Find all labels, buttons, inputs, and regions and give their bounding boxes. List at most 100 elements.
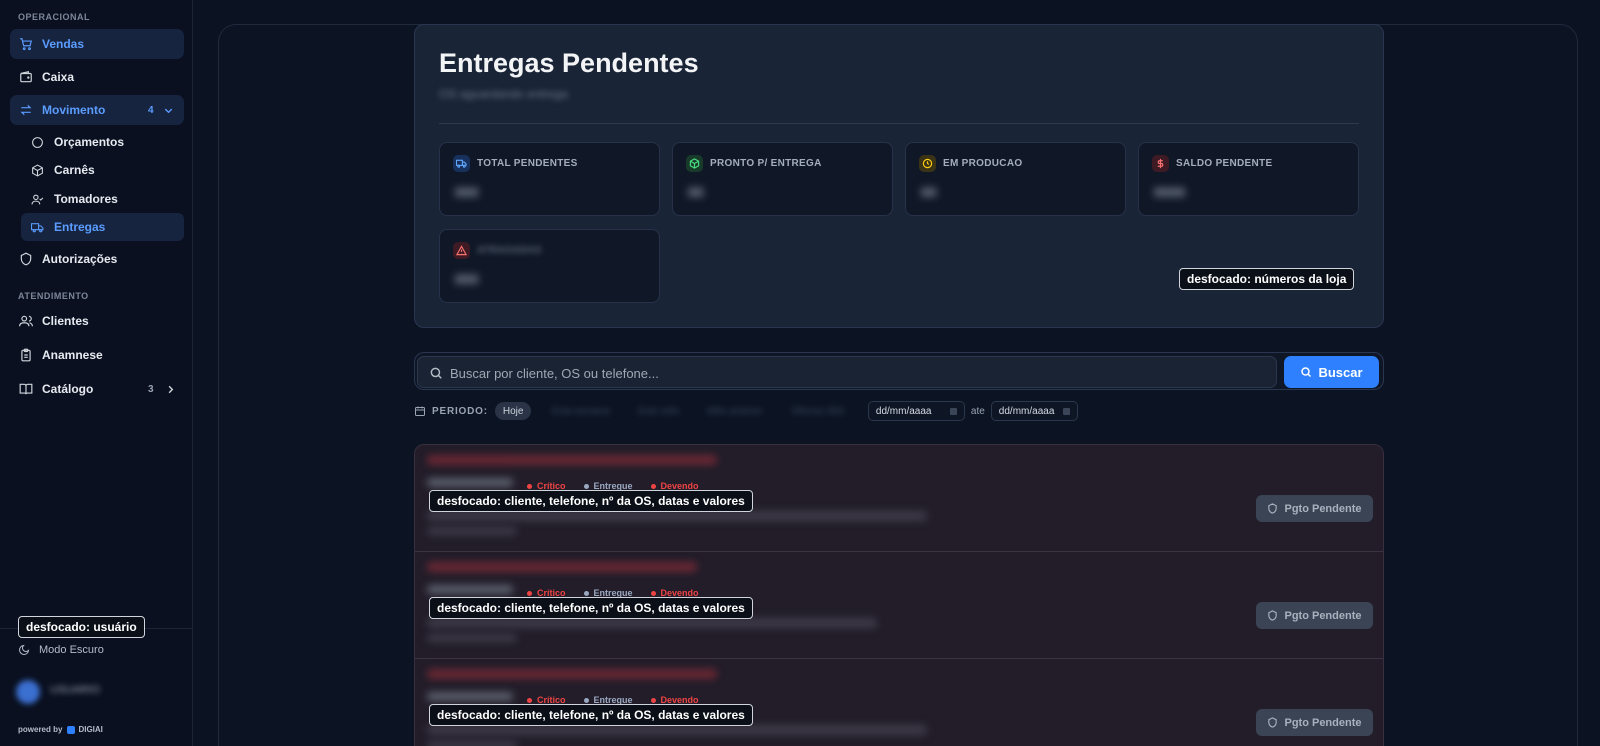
avatar[interactable] xyxy=(16,680,40,704)
stat-card-total: TOTAL PENDENTES 000 xyxy=(439,142,660,216)
stat-card-pronto: PRONTO P/ ENTREGA 00 xyxy=(672,142,893,216)
sidebar-item-label: Movimento xyxy=(42,103,106,117)
search-button[interactable]: Buscar xyxy=(1284,356,1379,388)
period-chip[interactable]: Mês anterior xyxy=(700,402,772,420)
period-chip[interactable]: Este mês xyxy=(630,402,688,420)
shield-icon xyxy=(1268,717,1278,728)
stat-label: EM PRODUCAO xyxy=(943,158,1023,169)
moon-icon xyxy=(19,644,30,655)
header-panel: Entregas Pendentes OS aguardando entrega… xyxy=(414,24,1384,328)
date-blur xyxy=(427,527,517,535)
sidebar-item-orcamentos[interactable]: Orçamentos xyxy=(21,128,184,156)
shield-icon xyxy=(1268,610,1278,621)
section-label-operacional: OPERACIONAL xyxy=(18,12,91,22)
date-from-input[interactable]: dd/mm/aaaa xyxy=(867,401,965,421)
sidebar-item-entregas[interactable]: Entregas xyxy=(21,213,184,241)
search-icon xyxy=(1301,367,1312,378)
sidebar-item-vendas[interactable]: Vendas xyxy=(10,29,184,59)
date-to-input[interactable]: dd/mm/aaaa xyxy=(990,401,1078,421)
pgto-pendente-button[interactable]: Pgto Pendente xyxy=(1256,709,1373,736)
details-blur xyxy=(427,511,927,521)
period-label: PERIODO: xyxy=(432,405,488,417)
stat-value: 00 xyxy=(688,184,704,200)
user-name: USUARIO xyxy=(50,684,101,696)
stat-card-producao: EM PRODUCAO 00 xyxy=(905,142,1126,216)
sidebar-item-carnes[interactable]: Carnês xyxy=(21,156,184,184)
dark-mode-toggle[interactable]: Modo Escuro xyxy=(18,644,104,656)
sidebar-item-anamnese[interactable]: Anamnese xyxy=(10,340,184,370)
deliveries-list: Crítico Entregue Devendo desfocado: clie… xyxy=(414,444,1384,746)
sidebar-item-tomadores[interactable]: Tomadores xyxy=(21,185,184,213)
search-field[interactable] xyxy=(417,356,1277,388)
sidebar-item-catalogo[interactable]: Catálogo 3 xyxy=(10,374,184,404)
stat-card-atrasadas: ATRASADAS 000 xyxy=(439,229,660,303)
search-icon xyxy=(430,367,442,379)
stat-card-saldo: SALDO PENDENTE 0000 xyxy=(1138,142,1359,216)
search-input[interactable] xyxy=(450,363,1250,383)
sidebar-item-caixa[interactable]: Caixa xyxy=(10,62,184,92)
date-blur xyxy=(427,634,517,642)
cart-icon xyxy=(20,38,32,51)
user-check-icon xyxy=(31,194,44,204)
date-blur xyxy=(427,741,517,746)
client-name-blur xyxy=(427,562,697,572)
package-icon xyxy=(686,155,703,172)
stat-value: 00 xyxy=(921,184,937,200)
pgto-pendente-button[interactable]: Pgto Pendente xyxy=(1256,602,1373,629)
blur-note-user: desfocado: usuário xyxy=(18,616,145,638)
pgto-pendente-button[interactable]: Pgto Pendente xyxy=(1256,495,1373,522)
calendar-picker-icon[interactable] xyxy=(949,407,957,415)
truck-icon xyxy=(31,222,44,232)
blur-note-row: desfocado: cliente, telefone, nº da OS, … xyxy=(429,490,753,512)
period-chip-today[interactable]: Hoje xyxy=(494,402,532,420)
alert-icon xyxy=(453,242,470,259)
digiai-logo-icon xyxy=(67,725,76,734)
clipboard-icon xyxy=(21,348,31,362)
section-label-atendimento: ATENDIMENTO xyxy=(18,291,89,301)
sidebar-item-label: Catálogo xyxy=(42,382,94,396)
catalogo-count: 3 xyxy=(148,383,154,395)
stat-value: 0000 xyxy=(1154,184,1186,200)
period-chip[interactable]: Esta semana xyxy=(543,402,617,420)
sidebar-item-label: Entregas xyxy=(54,220,106,234)
phone-blur xyxy=(427,692,513,701)
shield-icon xyxy=(20,252,32,266)
stat-label: PRONTO P/ ENTREGA xyxy=(710,158,822,169)
movimento-count: 4 xyxy=(148,104,154,116)
ate-label: ate xyxy=(970,405,985,417)
page-title: Entregas Pendentes xyxy=(439,48,699,78)
powered-by: powered by DIGIAI xyxy=(18,725,103,734)
blur-note-row: desfocado: cliente, telefone, nº da OS, … xyxy=(429,597,753,619)
sidebar-item-label: Carnês xyxy=(54,163,95,177)
divider xyxy=(439,123,1359,124)
period-filter: PERIODO: Hoje Esta semana Este mês Mês a… xyxy=(414,401,1078,421)
blur-note-store: desfocado: números da loja xyxy=(1179,268,1355,290)
stat-value: 000 xyxy=(455,184,479,200)
list-item[interactable]: Crítico Entregue Devendo desfocado: clie… xyxy=(415,445,1383,552)
sidebar-item-movimento[interactable]: Movimento 4 xyxy=(10,95,184,125)
powered-by-label: powered by xyxy=(18,725,63,734)
sidebar-item-label: Tomadores xyxy=(54,192,118,206)
dollar-icon xyxy=(1152,155,1169,172)
list-item[interactable]: Crítico Entregue Devendo desfocado: clie… xyxy=(415,659,1383,746)
arrows-exchange-icon xyxy=(20,104,32,116)
sidebar-item-label: Clientes xyxy=(42,314,89,328)
details-blur xyxy=(427,725,927,735)
sidebar-item-clientes[interactable]: Clientes xyxy=(10,306,184,336)
sidebar-item-label: Caixa xyxy=(42,70,75,84)
brand-name: DIGIAI xyxy=(78,725,103,734)
book-open-icon xyxy=(19,383,33,395)
search-button-label: Buscar xyxy=(1318,364,1363,380)
shield-icon xyxy=(1268,503,1278,514)
period-chip[interactable]: Últimos 90d xyxy=(783,402,852,420)
sidebar-item-autorizacoes[interactable]: Autorizações xyxy=(10,244,184,274)
stat-value: 000 xyxy=(455,271,479,287)
client-name-blur xyxy=(427,669,717,679)
stat-label: SALDO PENDENTE xyxy=(1176,158,1273,169)
calendar-picker-icon[interactable] xyxy=(1062,407,1070,415)
sidebar-item-label: Vendas xyxy=(42,37,85,51)
list-item[interactable]: Crítico Entregue Devendo desfocado: clie… xyxy=(415,552,1383,659)
circle-icon xyxy=(32,136,43,148)
phone-blur xyxy=(427,585,513,594)
blur-note-row: desfocado: cliente, telefone, nº da OS, … xyxy=(429,704,753,726)
